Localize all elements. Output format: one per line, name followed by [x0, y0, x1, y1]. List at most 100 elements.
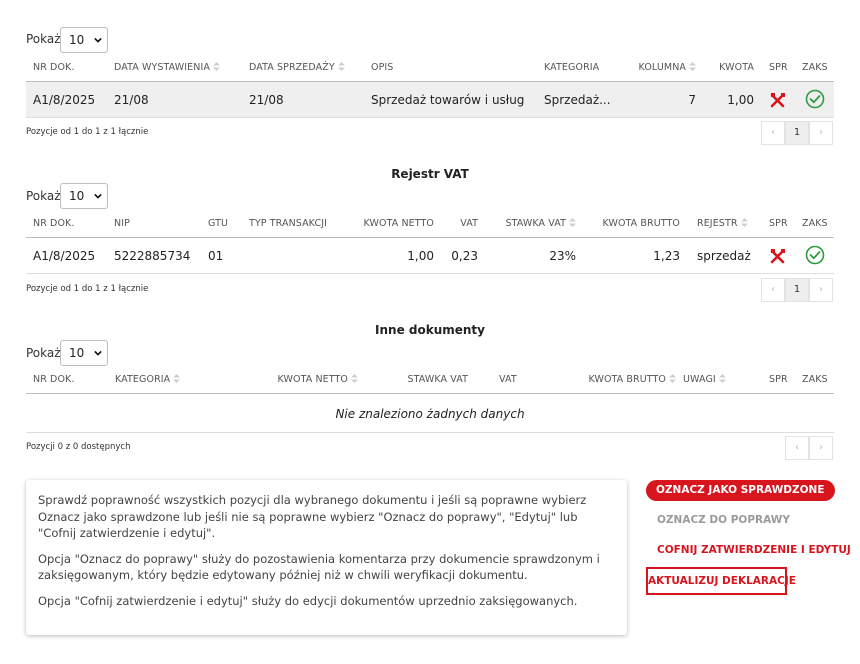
cell-nr-dok: A1/8/2025 [33, 93, 96, 107]
next-page-button[interactable]: › [809, 436, 833, 460]
revert-and-edit-button[interactable]: COFNIJ ZATWIERDZENIE I EDYTUJ [657, 544, 851, 556]
col-label: REJESTR [697, 218, 738, 229]
table1-header: NR DOK. DATA WYSTAWIENIA DATA SPRZEDAŻY … [26, 54, 834, 82]
page-size-value: 10 [69, 189, 85, 203]
table2-info: Pozycje od 1 do 1 z 1 łącznie [26, 284, 149, 294]
col-kwota-netto[interactable]: KWOTA NETTO [256, 366, 358, 394]
col-label: STAWKA VAT [505, 218, 566, 229]
table1-info: Pozycje od 1 do 1 z 1 łącznie [26, 127, 149, 137]
col-kategoria[interactable]: KATEGORIA [544, 54, 599, 82]
col-kwota-netto[interactable]: KWOTA NETTO [346, 210, 434, 238]
instructions-card: Sprawdź poprawność wszystkich pozycji dl… [26, 480, 627, 635]
col-kolumna[interactable]: KOLUMNA [616, 54, 696, 82]
sort-icon [718, 374, 726, 383]
table-row[interactable]: A1/8/2025 21/08 21/08 Sprzedaż towarów i… [26, 82, 834, 118]
page-size-label: Pokaż [26, 189, 61, 203]
cell-kategoria: Sprzedaż... [544, 93, 611, 107]
col-data-sprzedazy[interactable]: DATA SPRZEDAŻY [249, 54, 345, 82]
col-gtu[interactable]: GTU [208, 210, 228, 238]
cell-opis: Sprzedaż towarów i usług [371, 93, 525, 107]
col-stawka-vat[interactable]: STAWKA VAT [386, 366, 468, 394]
col-kwota-brutto[interactable]: KWOTA BRUTTO [566, 366, 676, 394]
table1-pagination: ‹ 1 › [761, 121, 834, 145]
cell-data-wystawienia: 21/08 [114, 93, 149, 107]
cell-vat: 0,23 [451, 249, 478, 263]
cell-data-sprzedazy: 21/08 [249, 93, 284, 107]
next-page-button[interactable]: › [809, 278, 833, 302]
page-button[interactable]: 1 [785, 121, 809, 145]
col-vat[interactable]: VAT [446, 210, 478, 238]
sort-icon [689, 62, 696, 71]
check-circle-icon[interactable] [805, 89, 825, 109]
col-nip[interactable]: NIP [114, 210, 130, 238]
table2-header: NR DOK. NIP GTU TYP TRANSAKCJI KWOTA NET… [26, 210, 834, 238]
table3-info: Pozycji 0 z 0 dostępnych [26, 442, 131, 452]
col-label: KWOTA NETTO [277, 374, 348, 385]
col-label: DATA SPRZEDAŻY [249, 62, 335, 73]
col-label: DATA WYSTAWIENIA [114, 62, 210, 73]
col-label: KOLUMNA [638, 62, 686, 73]
sort-icon [740, 218, 748, 227]
col-spr: SPR [769, 62, 788, 73]
col-spr: SPR [769, 218, 788, 229]
page-button[interactable]: 1 [785, 278, 809, 302]
section-title-inne-dokumenty: Inne dokumenty [375, 323, 485, 337]
section-title-rejestr-vat: Rejestr VAT [391, 167, 469, 181]
cell-gtu: 01 [208, 249, 224, 263]
col-label: KWOTA BRUTTO [588, 374, 666, 385]
cell-kwota: 1,00 [727, 93, 754, 107]
col-typ-transakcji[interactable]: TYP TRANSAKCJI [249, 210, 327, 238]
cell-kolumna: 7 [688, 93, 696, 107]
table2-pagination: ‹ 1 › [761, 278, 834, 302]
sort-icon [337, 62, 345, 71]
col-opis[interactable]: OPIS [371, 54, 393, 82]
sort-icon [173, 374, 181, 383]
page-size-label: Pokaż [26, 32, 61, 46]
col-nr-dok[interactable]: NR DOK. [33, 54, 74, 82]
page-size-select[interactable]: 10 [60, 27, 108, 53]
update-declaration-button[interactable]: AKTUALIZUJ DEKLARACJE [646, 567, 796, 595]
col-kwota-brutto[interactable]: KWOTA BRUTTO [586, 210, 680, 238]
page-size-label: Pokaż [26, 346, 61, 360]
page-size-select[interactable]: 10 [60, 340, 108, 366]
page-size-value: 10 [69, 346, 85, 360]
table-row[interactable]: A1/8/2025 5222885734 01 1,00 0,23 23% 1,… [26, 238, 834, 274]
cell-rejestr: sprzedaż [697, 249, 751, 263]
cell-stawka-vat: 23% [549, 249, 576, 263]
chevron-down-icon [94, 350, 102, 356]
col-kwota[interactable]: KWOTA [706, 54, 754, 82]
check-circle-icon[interactable] [805, 245, 825, 265]
sort-icon [669, 374, 676, 383]
prev-page-button[interactable]: ‹ [785, 436, 809, 460]
col-label: KATEGORIA [115, 374, 171, 385]
col-rejestr[interactable]: REJESTR [697, 210, 748, 238]
col-zaks: ZAKS [802, 218, 828, 229]
col-vat[interactable]: VAT [499, 366, 517, 394]
col-nr-dok[interactable]: NR DOK. [33, 210, 74, 238]
instruction-paragraph: Opcja "Oznacz do poprawy" służy do pozos… [38, 551, 600, 583]
mark-checked-button[interactable]: OZNACZ JAKO SPRAWDZONE [646, 480, 835, 501]
col-zaks: ZAKS [802, 374, 828, 385]
col-nr-dok[interactable]: NR DOK. [33, 366, 74, 394]
col-stawka-vat[interactable]: STAWKA VAT [488, 210, 576, 238]
col-label: UWAGI [683, 374, 716, 385]
col-uwagi[interactable]: UWAGI [683, 366, 726, 394]
page-size-value: 10 [69, 33, 85, 47]
col-kategoria[interactable]: KATEGORIA [115, 366, 181, 394]
empty-message: Nie znaleziono żadnych danych [26, 395, 834, 433]
sort-icon [212, 62, 220, 71]
cell-nr-dok: A1/8/2025 [33, 249, 96, 263]
tools-icon[interactable] [769, 91, 787, 109]
prev-page-button[interactable]: ‹ [761, 121, 785, 145]
chevron-down-icon [94, 193, 102, 199]
mark-for-fix-button[interactable]: OZNACZ DO POPRAWY [657, 514, 790, 526]
chevron-down-icon [94, 37, 102, 43]
tools-icon[interactable] [769, 247, 787, 265]
col-zaks: ZAKS [802, 62, 828, 73]
col-data-wystawienia[interactable]: DATA WYSTAWIENIA [114, 54, 220, 82]
next-page-button[interactable]: › [809, 121, 833, 145]
instruction-paragraph: Opcja "Cofnij zatwierdzenie i edytuj" sł… [38, 593, 578, 608]
page-size-select[interactable]: 10 [60, 183, 108, 209]
prev-page-button[interactable]: ‹ [761, 278, 785, 302]
cell-kwota-brutto: 1,23 [653, 249, 680, 263]
